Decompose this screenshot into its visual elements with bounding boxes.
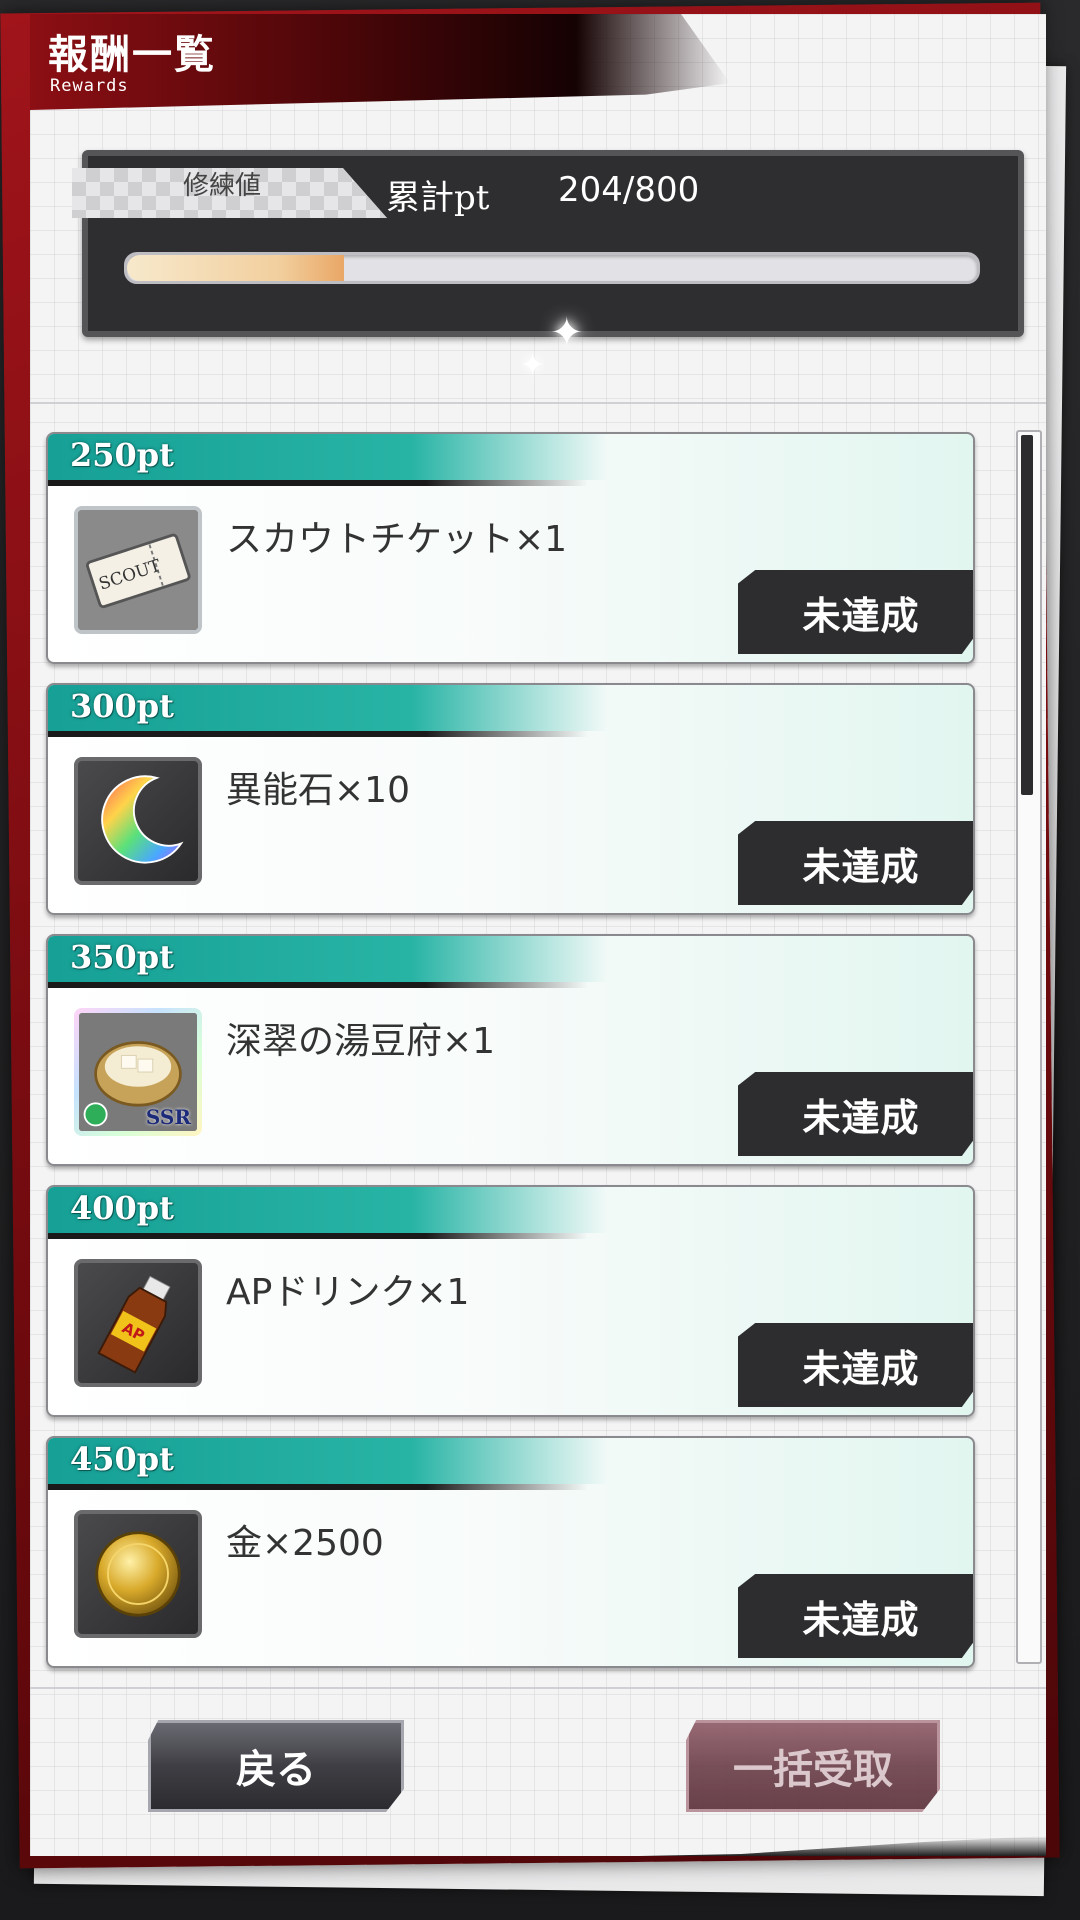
status-button[interactable]: 未達成	[738, 570, 973, 654]
rewards-panel: 報酬一覧 Rewards 修練値 累計pt 204/800 ✦ ✦ 250pt …	[30, 14, 1046, 1856]
status-button[interactable]: 未達成	[738, 1072, 973, 1156]
progress-bar-fill	[127, 255, 344, 281]
reward-card: 300pt 異能石×10 未達成	[46, 683, 975, 915]
ssr-badge: SSR	[145, 1105, 191, 1129]
tofu-pot-icon[interactable]: SSR	[74, 1008, 202, 1136]
reward-points: 450pt	[70, 1440, 174, 1478]
progress-box: 修練値 累計pt 204/800	[72, 150, 1024, 337]
scrollbar-thumb[interactable]	[1021, 435, 1033, 795]
reward-list[interactable]: 250pt SCOUT スカウトチケット×1 未達成 300pt 異能石×10 …	[30, 402, 1046, 1689]
sparkle-icon: ✦	[550, 310, 584, 356]
reward-card: 350pt SSR 深翠の湯豆府×1 未達成	[46, 934, 975, 1166]
ap-drink-icon[interactable]: AP	[74, 1259, 202, 1387]
progress-bar	[124, 252, 980, 284]
back-button[interactable]: 戻る	[148, 1720, 404, 1812]
status-button[interactable]: 未達成	[738, 1574, 973, 1658]
bottom-tear	[30, 1836, 1046, 1856]
sparkle-icon: ✦	[520, 348, 546, 383]
reward-item-name: スカウトチケット×1	[226, 519, 568, 560]
total-points-label: 累計pt	[386, 178, 490, 218]
status-button[interactable]: 未達成	[738, 821, 973, 905]
gold-coin-icon[interactable]	[74, 1510, 202, 1638]
reward-item-name: 金×2500	[226, 1523, 384, 1564]
reward-item-name: 異能石×10	[226, 770, 410, 811]
scrollbar[interactable]	[1016, 430, 1042, 1664]
page-title: 報酬一覧	[48, 31, 216, 78]
reward-card: 250pt SCOUT スカウトチケット×1 未達成	[46, 432, 975, 664]
reward-card: 400pt AP APドリンク×1 未達成	[46, 1185, 975, 1417]
training-label: 修練値	[183, 171, 262, 201]
reward-item-name: APドリンク×1	[226, 1272, 470, 1313]
bulk-receive-button[interactable]: 一括受取	[686, 1720, 940, 1812]
reward-card: 450pt 金×2500 未達成	[46, 1436, 975, 1668]
reward-points: 300pt	[70, 687, 174, 725]
reward-item-name: 深翠の湯豆府×1	[226, 1021, 496, 1062]
reward-points: 350pt	[70, 938, 174, 976]
page-subtitle: Rewards	[50, 76, 129, 96]
scout-ticket-icon[interactable]: SCOUT	[74, 506, 202, 634]
reward-points: 250pt	[70, 436, 174, 474]
crescent-stone-icon[interactable]	[74, 757, 202, 885]
reward-points: 400pt	[70, 1189, 174, 1227]
total-points-value: 204/800	[558, 170, 700, 210]
status-button[interactable]: 未達成	[738, 1323, 973, 1407]
